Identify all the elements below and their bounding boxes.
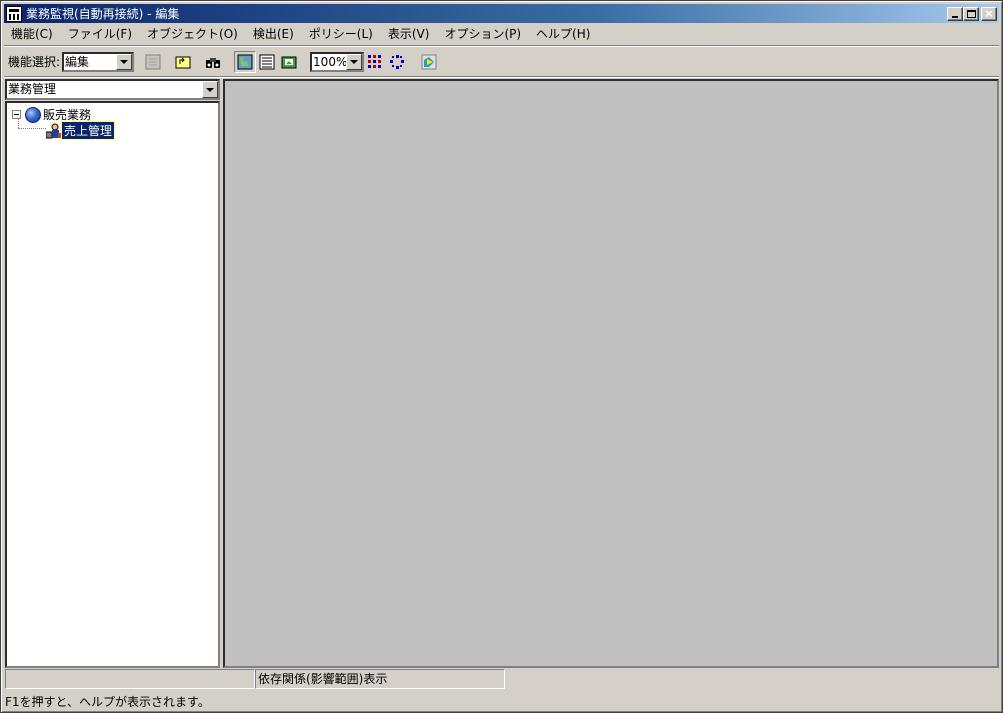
tree-node-label: 売上管理 xyxy=(60,121,116,140)
toolbar-separator xyxy=(4,76,999,78)
status-panel-dependency: 依存関係(影響範囲)表示 xyxy=(255,669,505,689)
tree-node-sales-management[interactable]: 売上管理 xyxy=(46,121,116,140)
help-hint: F1を押すと、ヘルプが表示されます。 xyxy=(5,695,210,709)
collapse-icon[interactable] xyxy=(12,110,21,119)
window-controls: × xyxy=(947,6,997,21)
menu-bar: 機能(C) ファイル(F) オブジェクト(O) 検出(E) ポリシー(L) 表示… xyxy=(4,24,999,44)
map-canvas[interactable] xyxy=(223,79,999,668)
disabled-edit-button[interactable] xyxy=(142,51,164,73)
binoculars-icon xyxy=(206,57,221,68)
app-icon[interactable] xyxy=(6,5,22,22)
circle-layout-button[interactable] xyxy=(386,51,408,73)
window-title: 業務監視(自動再接続) - 編集 xyxy=(26,7,180,21)
tree-node-label: 販売業務 xyxy=(43,108,92,122)
globe-icon xyxy=(25,106,41,123)
close-button[interactable]: × xyxy=(981,6,997,21)
map-view-icon xyxy=(237,54,253,69)
folder-up-icon xyxy=(175,56,191,68)
menu-object[interactable]: オブジェクト(O) xyxy=(140,25,246,43)
minimize-icon xyxy=(952,15,958,18)
list-view-button[interactable] xyxy=(256,51,278,73)
chevron-down-icon[interactable] xyxy=(116,53,133,70)
map-view-button[interactable] xyxy=(234,50,257,73)
status-panel-1 xyxy=(5,669,255,689)
function-select[interactable]: 編集 xyxy=(62,51,135,72)
disabled-edit-icon xyxy=(145,54,161,69)
refresh-monitor-icon xyxy=(421,54,437,69)
grid-layout-button[interactable] xyxy=(364,51,386,73)
refresh-monitor-button[interactable] xyxy=(418,51,440,73)
maximize-button[interactable] xyxy=(963,6,979,21)
function-select-value: 編集 xyxy=(65,54,90,69)
circle-layout-icon xyxy=(390,54,405,69)
title-bar[interactable]: 業務監視(自動再接続) - 編集 × xyxy=(4,4,999,23)
menu-function[interactable]: 機能(C) xyxy=(4,25,61,43)
image-view-icon xyxy=(281,56,297,68)
menu-policy[interactable]: ポリシー(L) xyxy=(302,25,381,43)
list-view-icon xyxy=(259,54,275,69)
management-select-value: 業務管理 xyxy=(8,82,57,96)
management-select[interactable]: 業務管理 xyxy=(5,79,220,100)
grid-layout-icon xyxy=(368,54,382,68)
folder-up-button[interactable] xyxy=(172,51,194,73)
menu-separator xyxy=(4,45,999,47)
image-view-button[interactable] xyxy=(278,51,300,73)
chevron-down-icon[interactable] xyxy=(346,53,363,70)
menu-detect[interactable]: 検出(E) xyxy=(246,25,302,43)
search-button[interactable] xyxy=(202,51,224,73)
close-icon: × xyxy=(984,6,994,20)
menu-view[interactable]: 表示(V) xyxy=(381,25,438,43)
business-icon xyxy=(46,123,61,138)
application-window: 業務監視(自動再接続) - 編集 × 機能(C) ファイル(F) オブジェクト(… xyxy=(0,0,1003,713)
business-tree: 販売業務 売上管理 xyxy=(5,101,220,668)
chevron-down-icon[interactable] xyxy=(202,81,218,98)
menu-options[interactable]: オプション(P) xyxy=(437,25,529,43)
tree-node-sales[interactable]: 販売業務 xyxy=(12,106,93,123)
minimize-button[interactable] xyxy=(947,6,963,21)
navigation-pane: 業務管理 販売業務 売上管理 xyxy=(5,79,220,668)
function-select-label: 機能選択: xyxy=(8,55,61,69)
tree-connector xyxy=(18,128,46,129)
zoom-select[interactable]: 100% xyxy=(310,51,365,72)
zoom-select-value: 100% xyxy=(313,54,347,69)
status-bar: 依存関係(影響範囲)表示 xyxy=(5,669,999,689)
menu-help[interactable]: ヘルプ(H) xyxy=(529,25,598,43)
toolbar: 機能選択: 編集 100% xyxy=(4,48,999,75)
menu-file[interactable]: ファイル(F) xyxy=(61,25,140,43)
maximize-icon xyxy=(966,9,976,18)
